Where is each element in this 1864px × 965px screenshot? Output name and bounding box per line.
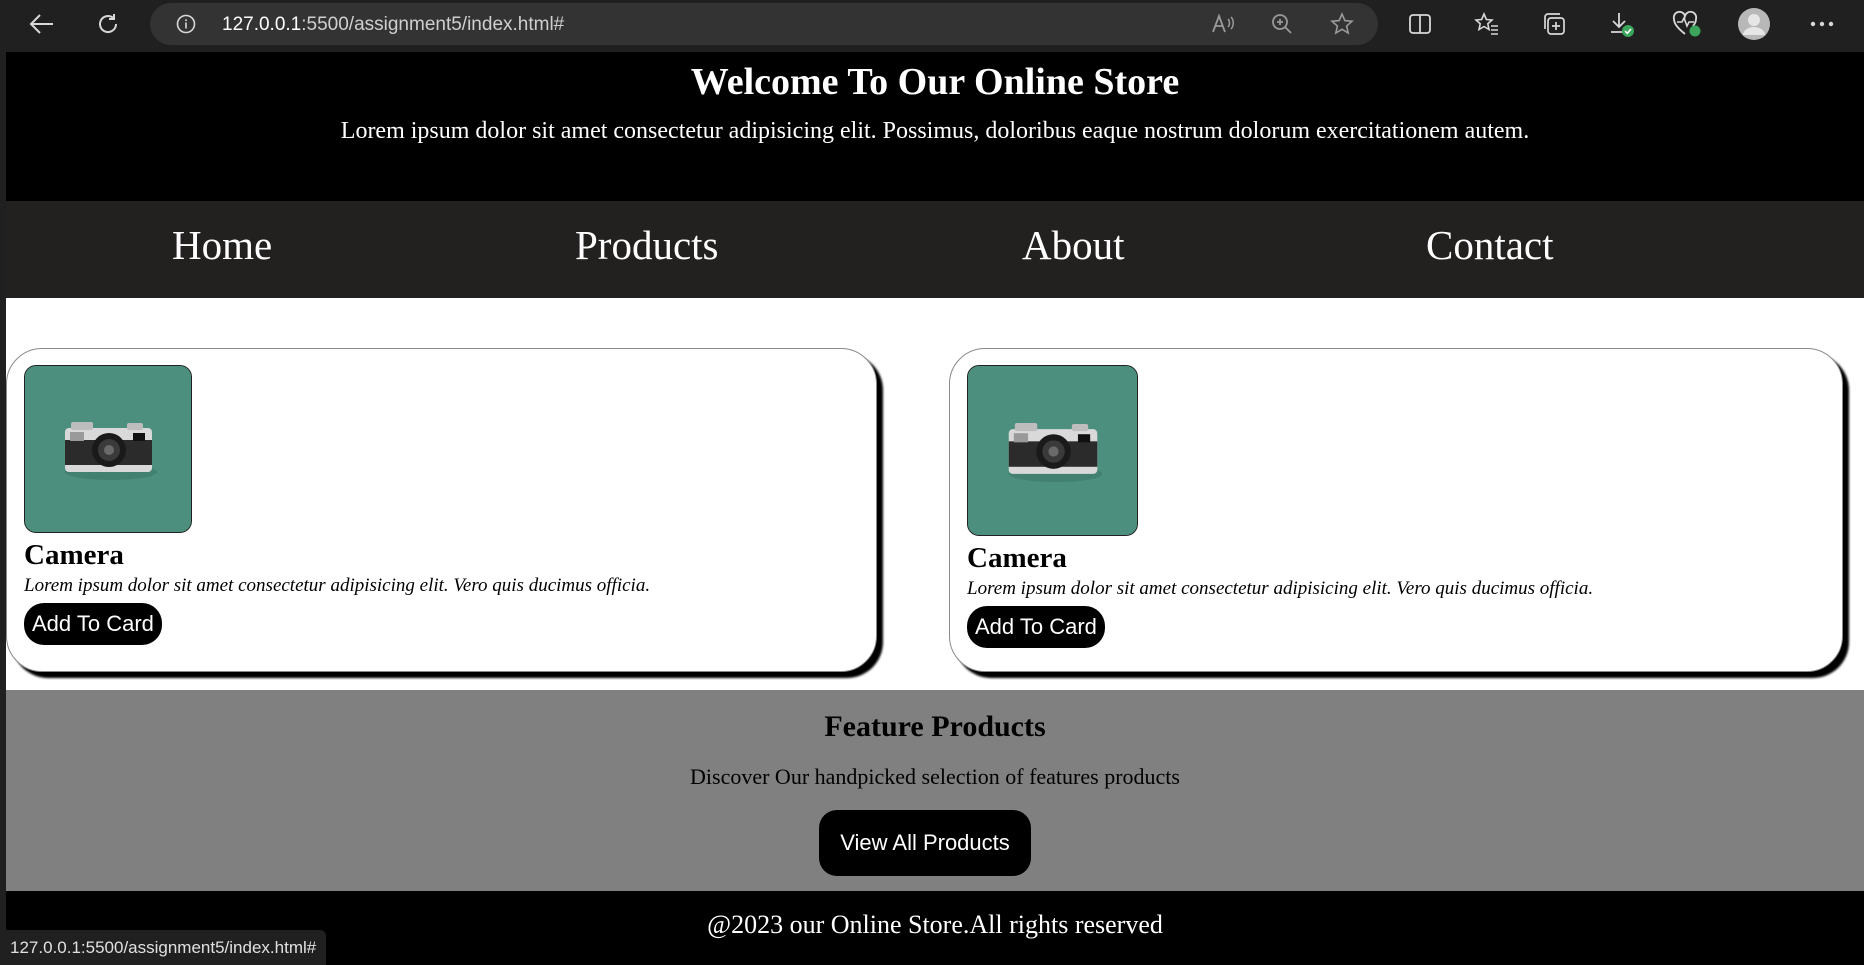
nav-link-about[interactable]: About — [1022, 221, 1125, 269]
product-title: Camera — [24, 539, 124, 571]
featured-products-section: Feature Products Discover Our handpicked… — [6, 690, 1864, 891]
status-bar-url: 127.0.0.1:5500/assignment5/index.html# — [0, 930, 327, 965]
downloads-icon[interactable] — [1603, 6, 1639, 42]
browser-toolbar: 127.0.0.1:5500/assignment5/index.html# — [0, 0, 1864, 48]
back-icon[interactable] — [24, 6, 60, 42]
url-text[interactable]: 127.0.0.1:5500/assignment5/index.html# — [222, 14, 564, 36]
browser-essentials-icon[interactable] — [1669, 6, 1705, 42]
profile-avatar[interactable] — [1736, 6, 1772, 42]
featured-subtitle: Discover Our handpicked selection of fea… — [690, 764, 1180, 789]
featured-title: Feature Products — [824, 710, 1046, 743]
product-card: Camera Lorem ipsum dolor sit amet consec… — [949, 348, 1843, 672]
page-viewport: Welcome To Our Online Store Lorem ipsum … — [6, 52, 1864, 965]
header-tagline: Lorem ipsum dolor sit amet consectetur a… — [340, 118, 1530, 144]
collections-icon[interactable] — [1536, 6, 1572, 42]
camera-photo — [967, 365, 1138, 536]
add-to-card-button[interactable]: Add To Card — [24, 603, 162, 645]
nav-link-home[interactable]: Home — [172, 221, 272, 269]
refresh-icon[interactable] — [90, 6, 126, 42]
address-bar[interactable]: 127.0.0.1:5500/assignment5/index.html# — [150, 3, 1378, 45]
zoom-icon[interactable] — [1267, 10, 1297, 38]
url-path: :5500/assignment5/index.html# — [301, 14, 565, 35]
nav-link-products[interactable]: Products — [575, 221, 719, 269]
favorite-star-icon[interactable] — [1327, 10, 1357, 38]
product-title: Camera — [967, 542, 1067, 574]
nav-link-contact[interactable]: Contact — [1426, 221, 1554, 269]
page-title: Welcome To Our Online Store — [690, 61, 1180, 103]
site-header: Welcome To Our Online Store Lorem ipsum … — [6, 52, 1864, 201]
info-icon[interactable] — [176, 14, 196, 34]
product-card: Camera Lorem ipsum dolor sit amet consec… — [6, 348, 877, 672]
add-to-card-button[interactable]: Add To Card — [967, 606, 1105, 648]
more-menu-icon[interactable] — [1804, 6, 1840, 42]
camera-photo — [24, 365, 192, 533]
main-nav: Home Products About Contact — [6, 201, 1864, 298]
product-description: Lorem ipsum dolor sit amet consectetur a… — [24, 575, 651, 596]
favorites-icon[interactable] — [1469, 6, 1505, 42]
url-host: 127.0.0.1 — [222, 14, 302, 35]
view-all-products-button[interactable]: View All Products — [819, 810, 1031, 876]
product-description: Lorem ipsum dolor sit amet consectetur a… — [967, 578, 1594, 599]
split-screen-icon[interactable] — [1402, 6, 1438, 42]
read-aloud-icon[interactable] — [1208, 10, 1238, 38]
